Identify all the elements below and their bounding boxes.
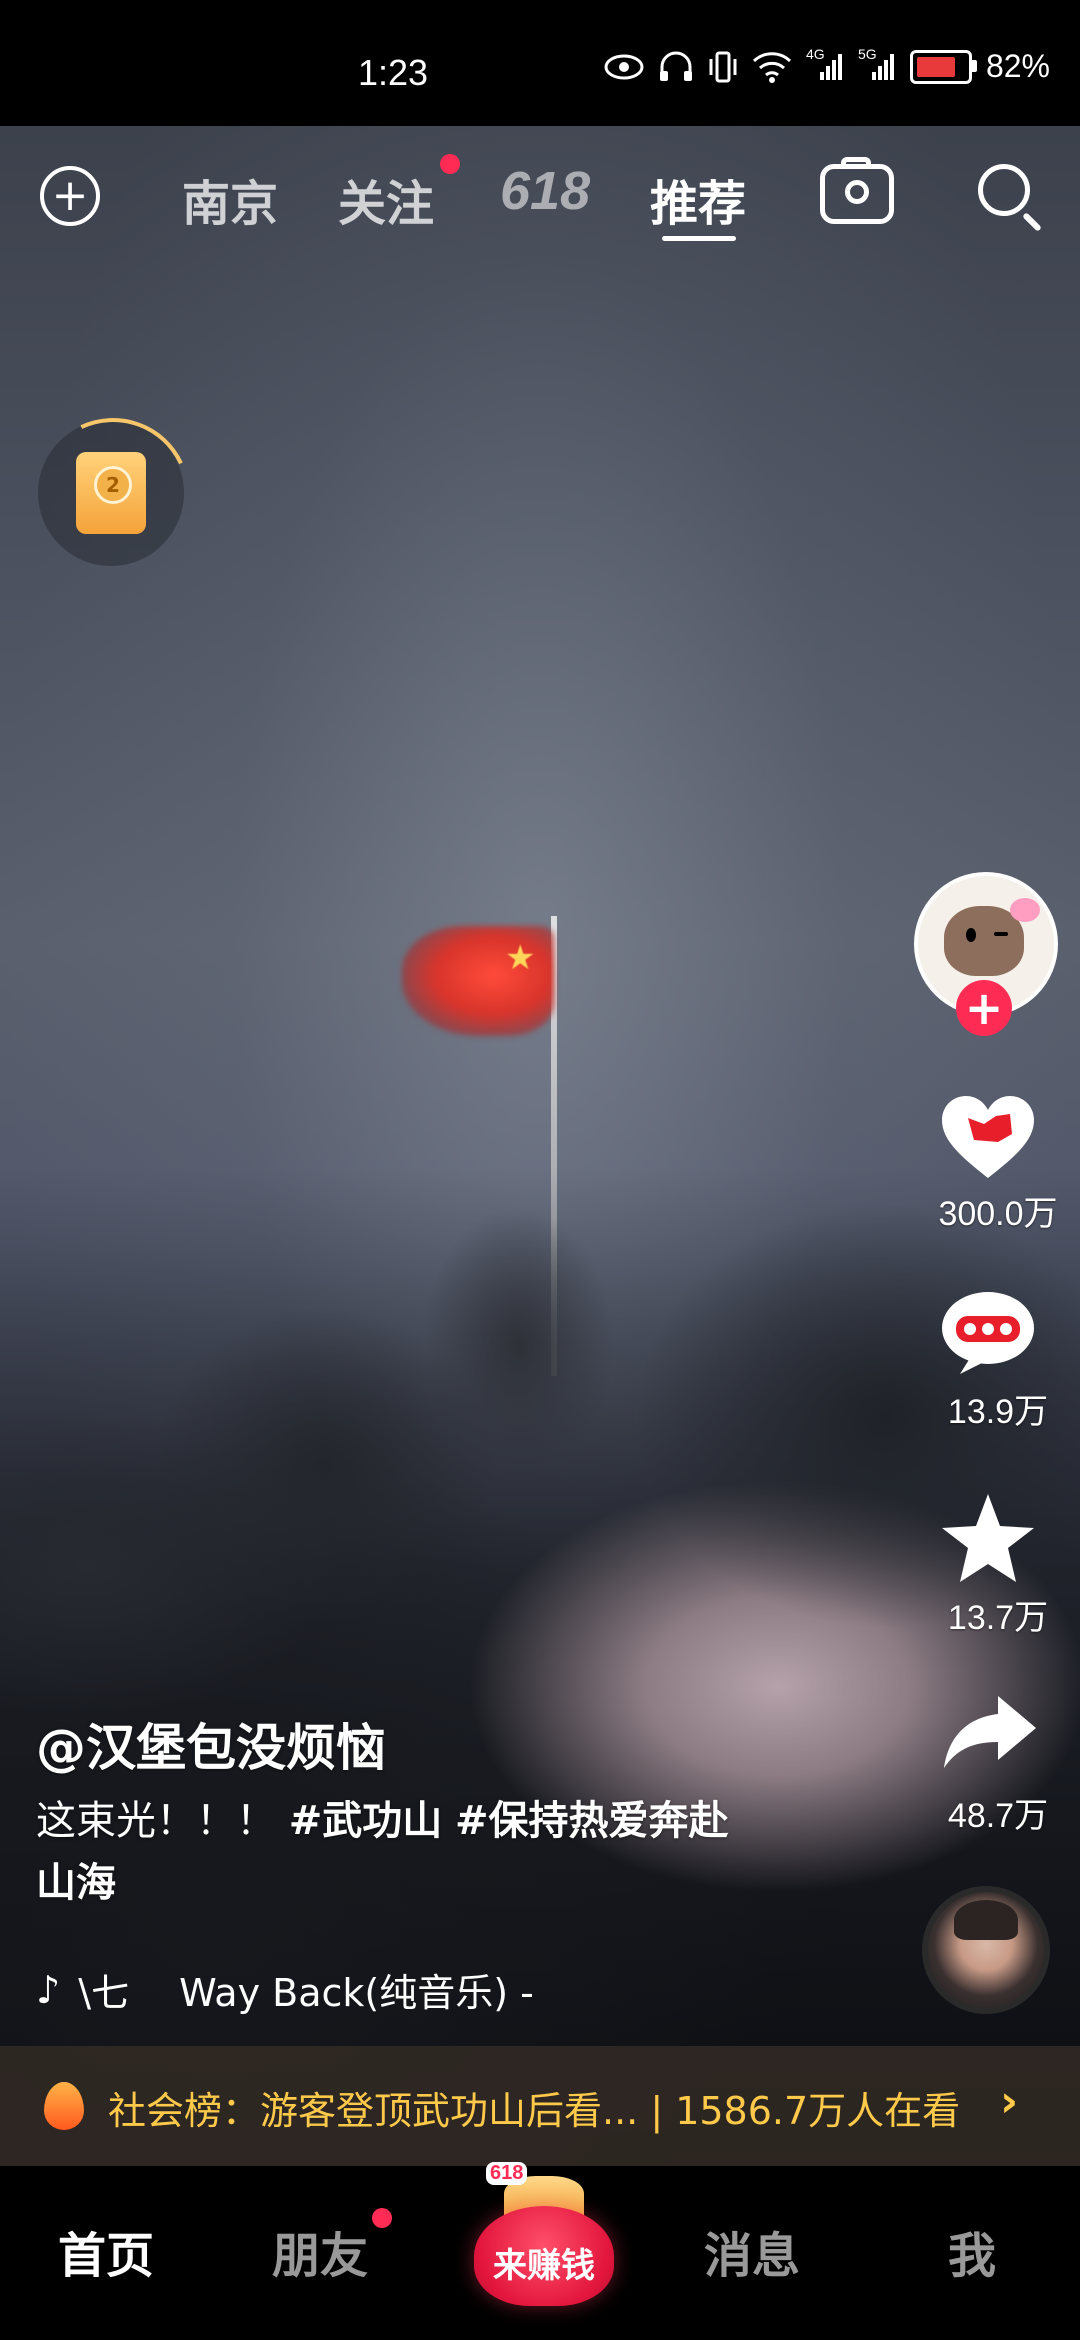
author-name[interactable]: @汉堡包没烦恼	[36, 1708, 386, 1780]
like-count: 300.0万	[938, 1195, 1058, 1233]
tab-recommend[interactable]: 推荐	[650, 164, 746, 234]
earn-label: 来赚钱	[493, 2246, 595, 2286]
music-info[interactable]: ♪ \七 Way Back(纯音乐) -	[36, 1962, 534, 2017]
tab-active-indicator	[662, 236, 736, 241]
wifi-icon	[752, 51, 792, 83]
add-icon[interactable]: +	[40, 166, 100, 226]
earn-money-button[interactable]: 618 来赚钱	[470, 2152, 618, 2312]
battery-percent: 82%	[985, 48, 1050, 84]
eye-icon	[604, 53, 644, 81]
battery-icon	[909, 49, 977, 84]
network-4g-label: 4G	[805, 45, 825, 62]
tab-618[interactable]: 618	[500, 160, 590, 222]
headphones-icon	[658, 51, 694, 83]
flag-star-icon: ★	[505, 938, 536, 978]
music-title: \七 Way Back(纯音乐) -	[78, 1971, 534, 2015]
bottom-nav: 首页 朋友 618 来赚钱 消息 我	[0, 2162, 1080, 2340]
description-text: 这束光！！！	[36, 1798, 276, 1844]
nav-friends[interactable]: 朋友	[272, 2216, 368, 2286]
hot-topic-bar[interactable]: 社会榜：游客登顶武功山后看... | 1586.7万人在看 ›	[0, 2046, 1080, 2166]
signal-4g-icon: 4G	[806, 46, 844, 82]
status-bar: 1:23 4G 5G 82%	[0, 0, 1080, 126]
network-5g-label: 5G	[857, 45, 877, 62]
nav-me[interactable]: 我	[948, 2216, 996, 2286]
fire-icon	[44, 2082, 84, 2130]
video-description: 这束光！！！ #武功山 #保持热爱奔赴 山海	[36, 1790, 796, 1914]
status-time: 1:23	[358, 52, 429, 93]
share-icon[interactable]	[942, 1692, 1038, 1772]
top-nav: + 南京 关注 618 推荐	[0, 126, 1080, 256]
favorite-count: 13.7万	[947, 1599, 1049, 1637]
hashtag[interactable]: #保持热爱奔赴	[455, 1798, 729, 1844]
music-note-icon: ♪	[36, 1967, 61, 2012]
vibrate-icon	[708, 50, 738, 84]
signal-5g-icon: 5G	[858, 46, 896, 82]
favorite-icon[interactable]	[940, 1490, 1036, 1586]
hashtag-continued[interactable]: 山海	[36, 1860, 116, 1906]
tab-following[interactable]: 关注	[338, 164, 434, 234]
friends-dot	[372, 2208, 392, 2228]
reward-badge: 2	[94, 466, 132, 504]
comment-icon[interactable]	[940, 1290, 1036, 1376]
music-disc-avatar[interactable]	[922, 1886, 1050, 2014]
following-dot	[440, 154, 460, 174]
comment-count: 13.9万	[947, 1393, 1049, 1431]
earn-618-badge: 618	[486, 2162, 528, 2185]
nav-messages[interactable]: 消息	[704, 2216, 800, 2286]
bow-icon	[1010, 898, 1040, 922]
hashtag[interactable]: #武功山	[289, 1798, 443, 1844]
follow-button[interactable]: +	[956, 980, 1012, 1036]
tab-nanjing[interactable]: 南京	[182, 164, 278, 234]
nav-home[interactable]: 首页	[58, 2216, 154, 2286]
reward-widget[interactable]: 2	[14, 396, 212, 594]
search-icon[interactable]	[978, 164, 1030, 216]
chevron-right-icon: ›	[1000, 2076, 1019, 2127]
status-icons: 4G 5G 82%	[604, 46, 1050, 85]
share-count: 48.7万	[947, 1797, 1049, 1835]
like-icon[interactable]	[940, 1094, 1036, 1182]
hot-topic-text: 社会榜：游客登顶武功山后看... | 1586.7万人在看	[108, 2089, 961, 2133]
camera-icon[interactable]	[820, 157, 894, 224]
